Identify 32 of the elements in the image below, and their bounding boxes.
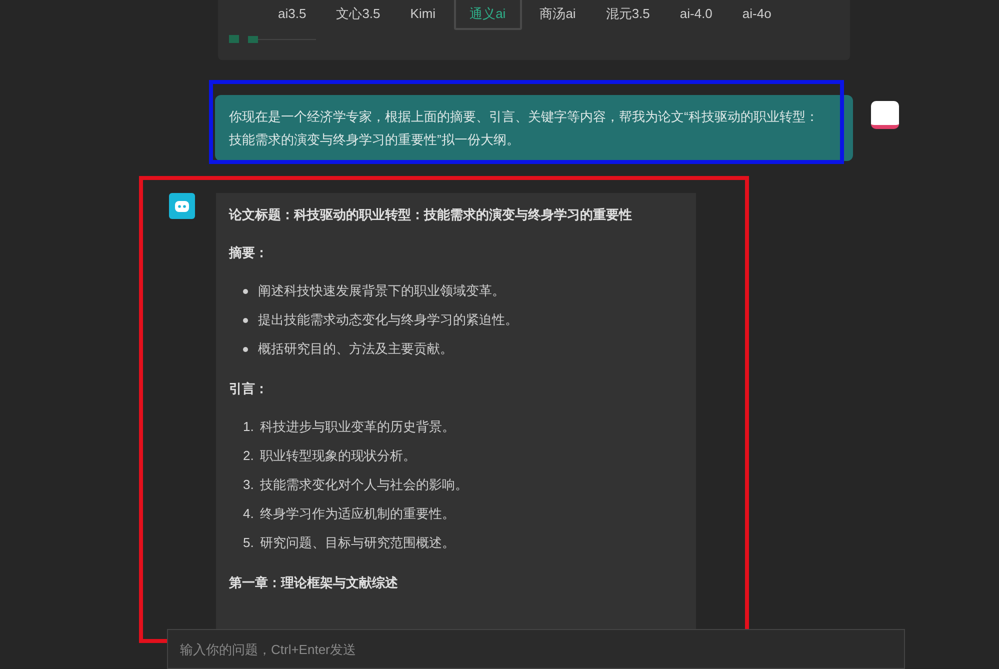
list-item-text: 研究问题、目标与研究范围概述。 bbox=[260, 534, 455, 552]
list-item-text: 技能需求变化对个人与社会的影响。 bbox=[260, 476, 468, 494]
list-item-text: 概括研究目的、方法及主要贡献。 bbox=[258, 340, 453, 358]
model-tab[interactable]: ai-4o bbox=[730, 0, 784, 30]
bullet-icon bbox=[243, 318, 248, 322]
list-item-text: 科技进步与职业变革的历史背景。 bbox=[260, 418, 455, 436]
bullet-icon bbox=[243, 288, 248, 294]
answer-heading: 引言： bbox=[229, 380, 268, 398]
list-number: 5. bbox=[243, 534, 254, 552]
answer-heading: 第一章：理论框架与文献综述 bbox=[229, 574, 398, 592]
user-message: 你现在是一个经济学专家，根据上面的摘要、引言、关键字等内容，帮我为论文“科技驱动的职业转型：技能需求的演变与终身学习的重要性”拟一份大纲。 bbox=[229, 108, 820, 149]
list-number: 4. bbox=[243, 505, 254, 523]
list-item-text: 终身学习作为适应机制的重要性。 bbox=[260, 505, 455, 523]
list-number: 3. bbox=[243, 476, 254, 494]
model-tab[interactable]: 商汤ai bbox=[528, 0, 588, 30]
list-item-text: 阐述科技快速发展背景下的职业领域变革。 bbox=[258, 282, 505, 300]
list-number: 2. bbox=[243, 447, 254, 465]
model-tab[interactable]: 通义ai bbox=[454, 0, 522, 30]
question-input[interactable]: 输入你的问题，Ctrl+Enter发送 bbox=[167, 629, 905, 669]
model-tab[interactable]: 文心3.5 bbox=[324, 0, 392, 30]
list-item-text: 职业转型现象的现状分析。 bbox=[260, 447, 416, 465]
model-tab[interactable]: Kimi bbox=[398, 0, 448, 30]
model-tab[interactable]: ai-4.0 bbox=[668, 0, 724, 30]
bullet-icon bbox=[243, 346, 248, 352]
answer-heading: 摘要： bbox=[229, 244, 268, 262]
list-item-text: 提出技能需求动态变化与终身学习的紧迫性。 bbox=[258, 311, 518, 329]
model-tab[interactable]: 混元3.5 bbox=[594, 0, 662, 30]
user-avatar bbox=[871, 101, 899, 129]
answer-heading: 论文标题：科技驱动的职业转型：技能需求的演变与终身学习的重要性 bbox=[229, 206, 632, 224]
list-number: 1. bbox=[243, 418, 254, 436]
robot-icon bbox=[169, 193, 195, 219]
model-tab[interactable]: ai3.5 bbox=[266, 0, 318, 30]
